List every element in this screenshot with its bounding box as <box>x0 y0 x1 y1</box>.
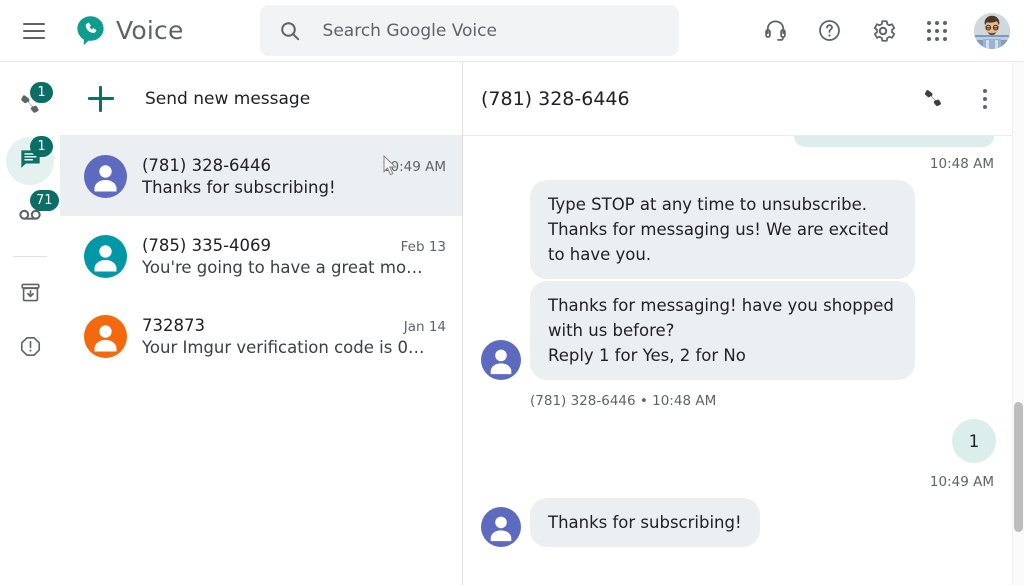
conversation-text: 732873 Jan 14 Your Imgur verification co… <box>142 316 446 357</box>
conversation-name: (781) 328-6446 <box>142 155 272 175</box>
message-timestamp: 10:49 AM <box>929 474 994 490</box>
left-nav-rail: 1 1 71 <box>0 62 60 585</box>
thread-scrollbar[interactable] <box>1012 62 1024 585</box>
avatar <box>481 507 521 547</box>
app-header: Voice <box>0 0 1024 61</box>
search-icon <box>278 19 302 43</box>
scrolled-outgoing-bubble-partial <box>794 136 994 147</box>
support-headset-icon[interactable] <box>754 10 796 52</box>
sidebar-item-spam[interactable] <box>6 325 54 373</box>
avatar <box>481 340 521 380</box>
rail-divider <box>13 256 47 257</box>
archive-icon <box>19 281 42 309</box>
message-bubble: Thanks for messaging! have you shopped w… <box>530 281 915 380</box>
more-vertical-icon[interactable] <box>964 78 1006 120</box>
conversation-item-0[interactable]: (781) 328-6446 10:49 AM Thanks for subsc… <box>60 136 462 216</box>
brand-name: Voice <box>116 16 184 45</box>
sidebar-item-calls[interactable]: 1 <box>6 82 54 131</box>
search-box[interactable] <box>259 5 679 56</box>
avatar <box>84 234 127 278</box>
send-new-message-button[interactable]: Send new message <box>60 62 462 136</box>
spam-warning-icon <box>19 335 42 363</box>
thread-header: (781) 328-6446 <box>463 62 1024 136</box>
app-body: 1 1 71 Send new message (781) 328-6446 1… <box>0 61 1024 585</box>
message-timestamp: 10:48 AM <box>929 156 994 172</box>
message-row-incoming: Type STOP at any time to unsubscribe. Th… <box>481 180 996 279</box>
conversation-time: Jan 14 <box>403 318 446 335</box>
sidebar-item-messages[interactable]: 1 <box>6 136 54 185</box>
conversation-name: 732873 <box>142 315 205 335</box>
google-voice-logo-icon <box>74 14 107 47</box>
search-input[interactable] <box>322 20 653 41</box>
message-meta: (781) 328-6446 • 10:48 AM <box>530 393 717 409</box>
message-bubble: Thanks for subscribing! <box>530 498 760 547</box>
conversation-time: Feb 13 <box>400 238 446 255</box>
account-avatar[interactable] <box>974 12 1010 49</box>
conversation-item-1[interactable]: (785) 335-4069 Feb 13 You're going to ha… <box>60 216 462 296</box>
thread-pane: (781) 328-6446 10:48 AM Type STOP at any… <box>463 62 1024 585</box>
hamburger-menu-icon[interactable] <box>12 9 56 53</box>
conversation-text: (785) 335-4069 Feb 13 You're going to ha… <box>142 236 446 277</box>
thread-header-actions <box>912 78 1006 120</box>
calls-badge: 1 <box>30 82 53 103</box>
brand: Voice <box>74 14 184 47</box>
search-container <box>259 5 679 56</box>
conversation-list: (781) 328-6446 10:49 AM Thanks for subsc… <box>60 136 462 585</box>
send-new-message-label: Send new message <box>145 88 311 109</box>
message-bubble: Type STOP at any time to unsubscribe. Th… <box>530 180 915 279</box>
header-actions <box>754 10 1010 52</box>
conversation-text: (781) 328-6446 10:49 AM Thanks for subsc… <box>142 156 446 197</box>
thread-title: (781) 328-6446 <box>481 87 630 110</box>
voicemail-badge: 71 <box>30 190 59 211</box>
avatar <box>84 154 127 198</box>
conversation-name: (785) 335-4069 <box>142 235 272 255</box>
messages-badge: 1 <box>30 136 53 157</box>
google-apps-grid-icon[interactable] <box>916 10 958 52</box>
message-row-incoming: Thanks for subscribing! <box>481 498 996 547</box>
message-thread[interactable]: 10:48 AM Type STOP at any time to unsubs… <box>463 136 1024 585</box>
avatar <box>84 314 127 358</box>
message-row-incoming: Thanks for messaging! have you shopped w… <box>481 281 996 380</box>
help-icon[interactable] <box>808 10 850 52</box>
scrollbar-thumb[interactable] <box>1014 402 1023 532</box>
conversation-time: 10:49 AM <box>381 158 446 175</box>
conversation-snippet: You're going to have a great morni… <box>142 257 427 277</box>
message-row-outgoing: 1 <box>481 419 996 463</box>
conversation-snippet: Thanks for subscribing! <box>142 177 336 197</box>
plus-icon <box>88 85 114 112</box>
settings-gear-icon[interactable] <box>862 10 904 52</box>
avatar-spacer <box>481 239 521 279</box>
phone-call-icon[interactable] <box>912 78 954 120</box>
sidebar-item-voicemail[interactable]: 71 <box>6 190 59 239</box>
message-bubble-outgoing: 1 <box>952 419 996 463</box>
google-voice-app: Voice Search Google Voice 1 1 71 Send ne… <box>0 0 1024 585</box>
sidebar-item-archive[interactable] <box>6 271 54 319</box>
conversation-list-pane: Send new message (781) 328-6446 10:49 AM <box>60 62 463 585</box>
conversation-snippet: Your Imgur verification code is 034… <box>142 337 427 357</box>
conversation-item-2[interactable]: 732873 Jan 14 Your Imgur verification co… <box>60 296 462 376</box>
